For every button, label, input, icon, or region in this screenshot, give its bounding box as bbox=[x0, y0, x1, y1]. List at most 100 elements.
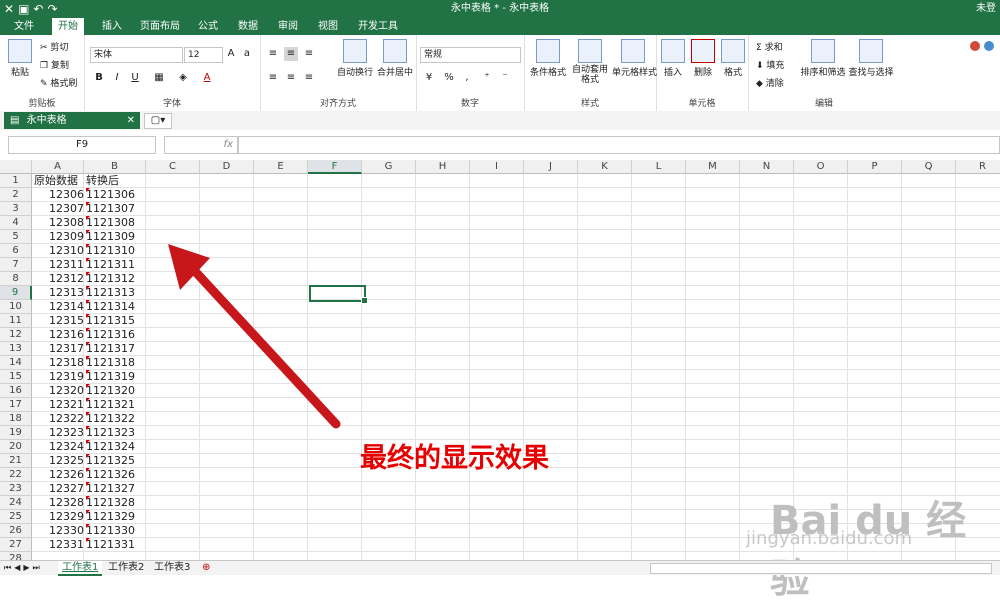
tab-view[interactable]: 视图 bbox=[312, 18, 344, 35]
cell-B18[interactable]: 1121322 bbox=[86, 412, 148, 426]
cell-B21[interactable]: 1121325 bbox=[86, 454, 148, 468]
column-header-Q[interactable]: Q bbox=[902, 160, 956, 174]
cell-B13[interactable]: 1121317 bbox=[86, 342, 148, 356]
row-header[interactable]: 15 bbox=[0, 370, 32, 384]
tab-insert[interactable]: 插入 bbox=[96, 18, 128, 35]
row-header[interactable]: 25 bbox=[0, 510, 32, 524]
select-all-corner[interactable] bbox=[0, 160, 32, 174]
cell-B5[interactable]: 1121309 bbox=[86, 230, 148, 244]
fill-handle[interactable] bbox=[361, 297, 368, 304]
cell-style-button[interactable]: 单元格样式 bbox=[612, 39, 657, 78]
row-header[interactable]: 17 bbox=[0, 398, 32, 412]
cell-B17[interactable]: 1121321 bbox=[86, 398, 148, 412]
cell-B6[interactable]: 1121310 bbox=[86, 244, 148, 258]
increase-font-icon[interactable]: A bbox=[224, 47, 238, 61]
column-header-J[interactable]: J bbox=[524, 160, 578, 174]
font-name-select[interactable]: 宋体 bbox=[90, 47, 183, 63]
column-header-B[interactable]: B bbox=[84, 160, 146, 174]
tab-formula[interactable]: 公式 bbox=[192, 18, 224, 35]
underline-button[interactable]: U bbox=[128, 71, 142, 85]
cell-B22[interactable]: 1121326 bbox=[86, 468, 148, 482]
column-header-H[interactable]: H bbox=[416, 160, 470, 174]
row-header[interactable]: 19 bbox=[0, 426, 32, 440]
border-icon[interactable]: ▦ bbox=[152, 71, 166, 85]
sheet-tab-3[interactable]: 工作表3 bbox=[150, 561, 194, 574]
column-header-P[interactable]: P bbox=[848, 160, 902, 174]
paste-button[interactable]: 粘贴 bbox=[6, 39, 34, 78]
close-tab-icon[interactable]: ✕ bbox=[127, 112, 135, 129]
selected-cell-F9[interactable] bbox=[309, 285, 368, 304]
cell-A23[interactable]: 12327 bbox=[32, 482, 84, 496]
row-header[interactable]: 20 bbox=[0, 440, 32, 454]
cell-B16[interactable]: 1121320 bbox=[86, 384, 148, 398]
wrap-text-button[interactable]: 自动换行 bbox=[336, 39, 374, 78]
tab-home[interactable]: 开始 bbox=[52, 18, 84, 35]
row-header[interactable]: 13 bbox=[0, 342, 32, 356]
row-header[interactable]: 21 bbox=[0, 454, 32, 468]
column-header-E[interactable]: E bbox=[254, 160, 308, 174]
fill-color-icon[interactable]: ◈ bbox=[176, 71, 190, 85]
column-header-N[interactable]: N bbox=[740, 160, 794, 174]
align-center-icon[interactable]: ≡ bbox=[284, 71, 298, 85]
cell-B1[interactable]: 转换后 bbox=[86, 174, 148, 188]
row-header[interactable]: 8 bbox=[0, 272, 32, 286]
find-select-button[interactable]: 查找与选择 bbox=[848, 39, 894, 78]
tab-file[interactable]: 文件 bbox=[8, 18, 40, 35]
add-sheet-icon[interactable]: ⊕ bbox=[198, 561, 214, 574]
close-window-icon[interactable] bbox=[970, 41, 980, 51]
sort-filter-button[interactable]: 排序和筛选 bbox=[800, 39, 846, 78]
row-header[interactable]: 16 bbox=[0, 384, 32, 398]
sheet-tab-2[interactable]: 工作表2 bbox=[104, 561, 148, 574]
horizontal-scrollbar[interactable] bbox=[650, 563, 992, 574]
column-header-A[interactable]: A bbox=[32, 160, 84, 174]
column-header-L[interactable]: L bbox=[632, 160, 686, 174]
sum-button[interactable]: Σ 求和 bbox=[756, 40, 783, 53]
cell-A6[interactable]: 12310 bbox=[32, 244, 84, 258]
column-header-R[interactable]: R bbox=[956, 160, 1000, 174]
cell-B4[interactable]: 1121308 bbox=[86, 216, 148, 230]
cell-B10[interactable]: 1121314 bbox=[86, 300, 148, 314]
row-header[interactable]: 26 bbox=[0, 524, 32, 538]
percent-button[interactable]: % bbox=[442, 71, 456, 85]
cell-A3[interactable]: 12307 bbox=[32, 202, 84, 216]
column-header-D[interactable]: D bbox=[200, 160, 254, 174]
cell-B14[interactable]: 1121318 bbox=[86, 356, 148, 370]
decrease-font-icon[interactable]: a bbox=[240, 47, 254, 61]
cell-B9[interactable]: 1121313 bbox=[86, 286, 148, 300]
cell-A26[interactable]: 12330 bbox=[32, 524, 84, 538]
insert-cells-button[interactable]: 插入 bbox=[660, 39, 686, 78]
row-header[interactable]: 3 bbox=[0, 202, 32, 216]
cell-A24[interactable]: 12328 bbox=[32, 496, 84, 510]
cell-A14[interactable]: 12318 bbox=[32, 356, 84, 370]
auto-format-button[interactable]: 自动套用格式 bbox=[570, 39, 610, 85]
tab-page-layout[interactable]: 页面布局 bbox=[134, 18, 186, 35]
cell-A28[interactable] bbox=[32, 552, 84, 560]
formula-input[interactable] bbox=[238, 136, 1000, 154]
align-middle-icon[interactable]: ≡ bbox=[284, 47, 298, 61]
number-format-select[interactable]: 常规 bbox=[420, 47, 521, 63]
tab-data[interactable]: 数据 bbox=[232, 18, 264, 35]
bold-button[interactable]: B bbox=[92, 71, 106, 85]
copy-button[interactable]: ❐ 复制 bbox=[40, 58, 69, 71]
cut-button[interactable]: ✂ 剪切 bbox=[40, 40, 68, 53]
row-header[interactable]: 22 bbox=[0, 468, 32, 482]
column-header-O[interactable]: O bbox=[794, 160, 848, 174]
cell-A10[interactable]: 12314 bbox=[32, 300, 84, 314]
cell-B27[interactable]: 1121331 bbox=[86, 538, 148, 552]
cell-A17[interactable]: 12321 bbox=[32, 398, 84, 412]
cell-A12[interactable]: 12316 bbox=[32, 328, 84, 342]
cell-A7[interactable]: 12311 bbox=[32, 258, 84, 272]
row-header[interactable]: 12 bbox=[0, 328, 32, 342]
row-header[interactable]: 5 bbox=[0, 230, 32, 244]
cell-B19[interactable]: 1121323 bbox=[86, 426, 148, 440]
cell-B11[interactable]: 1121315 bbox=[86, 314, 148, 328]
row-header[interactable]: 11 bbox=[0, 314, 32, 328]
row-header[interactable]: 23 bbox=[0, 482, 32, 496]
currency-icon[interactable]: ¥ bbox=[422, 71, 436, 85]
cell-A2[interactable]: 12306 bbox=[32, 188, 84, 202]
function-icon[interactable]: fx bbox=[164, 136, 238, 154]
delete-cells-button[interactable]: 删除 bbox=[690, 39, 716, 78]
cell-B20[interactable]: 1121324 bbox=[86, 440, 148, 454]
font-size-select[interactable]: 12 bbox=[184, 47, 223, 63]
cell-B28[interactable] bbox=[86, 552, 148, 560]
